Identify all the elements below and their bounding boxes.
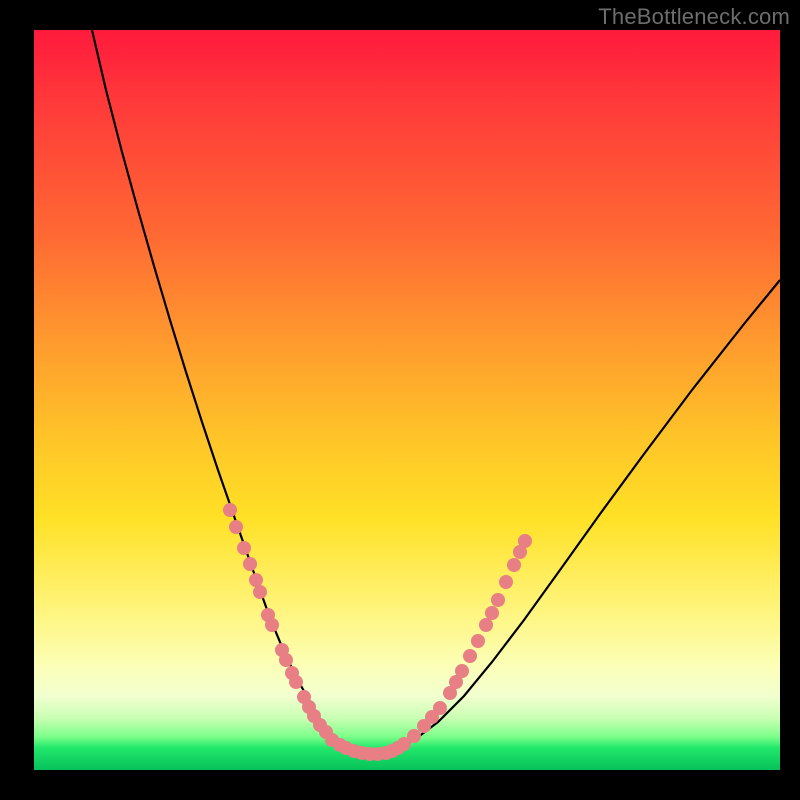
curve-marker: [253, 585, 267, 599]
curve-marker: [479, 618, 493, 632]
curve-marker: [243, 557, 257, 571]
curve-marker: [229, 520, 243, 534]
chart-frame: TheBottleneck.com: [0, 0, 800, 800]
curve-marker: [279, 653, 293, 667]
watermark-text: TheBottleneck.com: [598, 4, 790, 30]
curve-marker: [471, 634, 485, 648]
plot-area: [34, 30, 780, 770]
curve-marker: [507, 558, 521, 572]
curve-marker: [433, 701, 447, 715]
curve-marker: [223, 503, 237, 517]
bottleneck-curve: [92, 30, 780, 754]
curve-marker: [249, 573, 263, 587]
marker-group: [223, 503, 532, 761]
curve-marker: [485, 606, 499, 620]
curve-marker: [499, 575, 513, 589]
curve-marker: [455, 664, 469, 678]
curve-marker: [289, 675, 303, 689]
curve-marker: [491, 593, 505, 607]
curve-marker: [463, 649, 477, 663]
chart-svg: [34, 30, 780, 770]
curve-marker: [237, 541, 251, 555]
curve-marker: [407, 729, 421, 743]
curve-marker: [265, 618, 279, 632]
curve-marker: [518, 534, 532, 548]
